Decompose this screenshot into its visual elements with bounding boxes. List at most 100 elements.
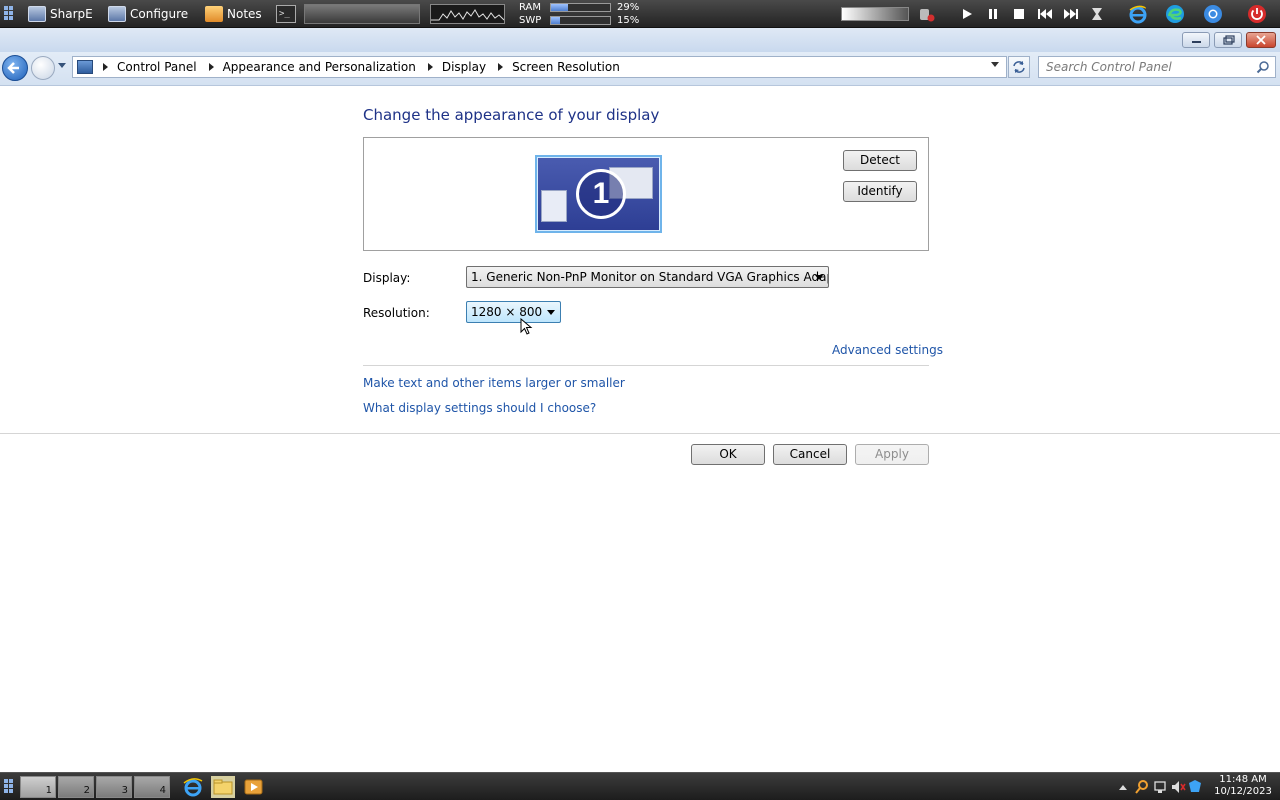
address-bar[interactable]: Control Panel Appearance and Personaliza…: [72, 56, 1007, 78]
configure-label: Configure: [130, 7, 189, 21]
notes-launcher[interactable]: Notes: [205, 0, 262, 28]
edge-icon[interactable]: [1165, 4, 1185, 24]
breadcrumb-label: Control Panel: [117, 60, 197, 74]
ok-button[interactable]: OK: [691, 444, 765, 465]
desktop-2[interactable]: 2: [58, 776, 94, 798]
text-size-link[interactable]: Make text and other items larger or smal…: [363, 376, 625, 390]
cancel-button[interactable]: Cancel: [773, 444, 847, 465]
ram-label: RAM: [519, 2, 542, 13]
display-select[interactable]: 1. Generic Non-PnP Monitor on Standard V…: [466, 266, 829, 288]
ram-meter: [550, 3, 611, 12]
search-input[interactable]: [1039, 57, 1249, 77]
recent-pages-icon[interactable]: [58, 63, 66, 69]
clock-time: 11:48 AM: [1219, 774, 1267, 785]
chrome-icon[interactable]: [1203, 4, 1223, 24]
app-menu-icon[interactable]: [4, 6, 14, 22]
breadcrumb-label: Appearance and Personalization: [222, 60, 416, 74]
resolution-label: Resolution:: [363, 306, 430, 320]
chevron-down-icon: [815, 275, 823, 280]
display-select-value: 1. Generic Non-PnP Monitor on Standard V…: [471, 270, 829, 284]
breadcrumb-label: Screen Resolution: [512, 60, 620, 74]
swp-meter-fill: [551, 17, 560, 24]
top-taskbar: SharpE Configure Notes >_ RAM 29% SWP 15…: [0, 0, 1280, 28]
section-divider: [363, 365, 929, 366]
pause-icon[interactable]: [984, 6, 1002, 22]
monitor-window-graphic: [541, 190, 567, 222]
refresh-button[interactable]: [1008, 56, 1030, 78]
desktop-1[interactable]: 1: [20, 776, 56, 798]
configure-launcher[interactable]: Configure: [108, 0, 188, 28]
resolution-select-value: 1280 × 800: [471, 305, 543, 319]
internet-explorer-icon[interactable]: [1128, 4, 1148, 24]
tray-expand-icon[interactable]: [1118, 779, 1128, 795]
cpu-graph: [430, 4, 505, 24]
internet-explorer-icon[interactable]: [181, 776, 205, 798]
close-button[interactable]: [1246, 32, 1276, 48]
network-icon[interactable]: [1152, 779, 1168, 795]
media-player-icon[interactable]: [242, 776, 266, 798]
minimize-button[interactable]: [1182, 32, 1210, 48]
power-icon[interactable]: [1247, 4, 1267, 24]
breadcrumb-label: Display: [441, 60, 487, 74]
search-box[interactable]: [1038, 56, 1276, 78]
system-clock[interactable]: 11:48 AM 10/12/2023: [1210, 774, 1276, 798]
close-icon: [1256, 35, 1266, 45]
monitor-arrangement-panel: 1 Detect Identify: [363, 137, 929, 251]
resolution-select[interactable]: 1280 × 800: [466, 301, 561, 323]
detect-button[interactable]: Detect: [843, 150, 917, 171]
chevron-down-icon: [547, 310, 555, 315]
breadcrumb-screen-resolution[interactable]: Screen Resolution: [508, 60, 620, 74]
forward-button[interactable]: [31, 56, 55, 80]
display-label: Display:: [363, 271, 411, 285]
page-title: Change the appearance of your display: [363, 106, 660, 124]
mute-icon[interactable]: [918, 6, 936, 22]
restore-icon: [1223, 35, 1235, 45]
notes-label: Notes: [227, 7, 262, 21]
display-help-link[interactable]: What display settings should I choose?: [363, 401, 596, 415]
monitor-icon: [28, 6, 46, 22]
breadcrumb-chevron-icon[interactable]: [205, 62, 219, 72]
breadcrumb-appearance[interactable]: Appearance and Personalization: [219, 60, 438, 74]
desktop-4[interactable]: 4: [134, 776, 170, 798]
window-title-bar: [0, 28, 1280, 52]
volume-muted-icon[interactable]: [1170, 779, 1186, 795]
search-icon[interactable]: [1134, 779, 1150, 795]
clock-date: 10/12/2023: [1214, 786, 1272, 797]
media-player-icon[interactable]: [1088, 6, 1106, 22]
restore-button[interactable]: [1214, 32, 1242, 48]
start-menu-icon[interactable]: [4, 779, 14, 795]
file-explorer-icon[interactable]: [211, 776, 235, 798]
refresh-icon: [1013, 61, 1025, 73]
desktop-3[interactable]: 3: [96, 776, 132, 798]
monitor-1-thumbnail[interactable]: 1: [535, 155, 662, 233]
apply-button[interactable]: Apply: [855, 444, 929, 465]
mouse-cursor-icon: [520, 318, 533, 335]
minimize-icon: [1192, 41, 1201, 43]
stop-icon[interactable]: [1010, 6, 1028, 22]
back-button[interactable]: [2, 55, 28, 81]
breadcrumb-chevron-icon[interactable]: [424, 62, 438, 72]
breadcrumb-chevron-icon[interactable]: [494, 62, 508, 72]
play-icon[interactable]: [958, 6, 976, 22]
ram-meter-fill: [551, 4, 569, 11]
identify-button[interactable]: Identify: [843, 181, 917, 202]
search-icon[interactable]: [1256, 60, 1270, 74]
volume-slider[interactable]: [841, 7, 909, 21]
swp-label: SWP: [519, 15, 542, 26]
control-panel-icon: [77, 60, 93, 74]
security-icon[interactable]: [1188, 779, 1202, 795]
back-arrow-icon: [7, 62, 19, 74]
address-dropdown-icon[interactable]: [990, 61, 1000, 69]
swp-meter: [550, 16, 611, 25]
sharpe-label: SharpE: [50, 7, 93, 21]
cpu-meter: [304, 4, 420, 24]
advanced-settings-link[interactable]: Advanced settings: [832, 343, 943, 357]
next-icon[interactable]: [1062, 6, 1080, 22]
terminal-icon[interactable]: >_: [276, 5, 296, 23]
breadcrumb-control-panel[interactable]: Control Panel: [113, 60, 219, 74]
breadcrumb-display[interactable]: Display: [438, 60, 508, 74]
sharpe-launcher[interactable]: SharpE: [28, 0, 93, 28]
breadcrumb-chevron-icon[interactable]: [99, 62, 113, 72]
footer-divider: [0, 433, 1280, 434]
previous-icon[interactable]: [1036, 6, 1054, 22]
